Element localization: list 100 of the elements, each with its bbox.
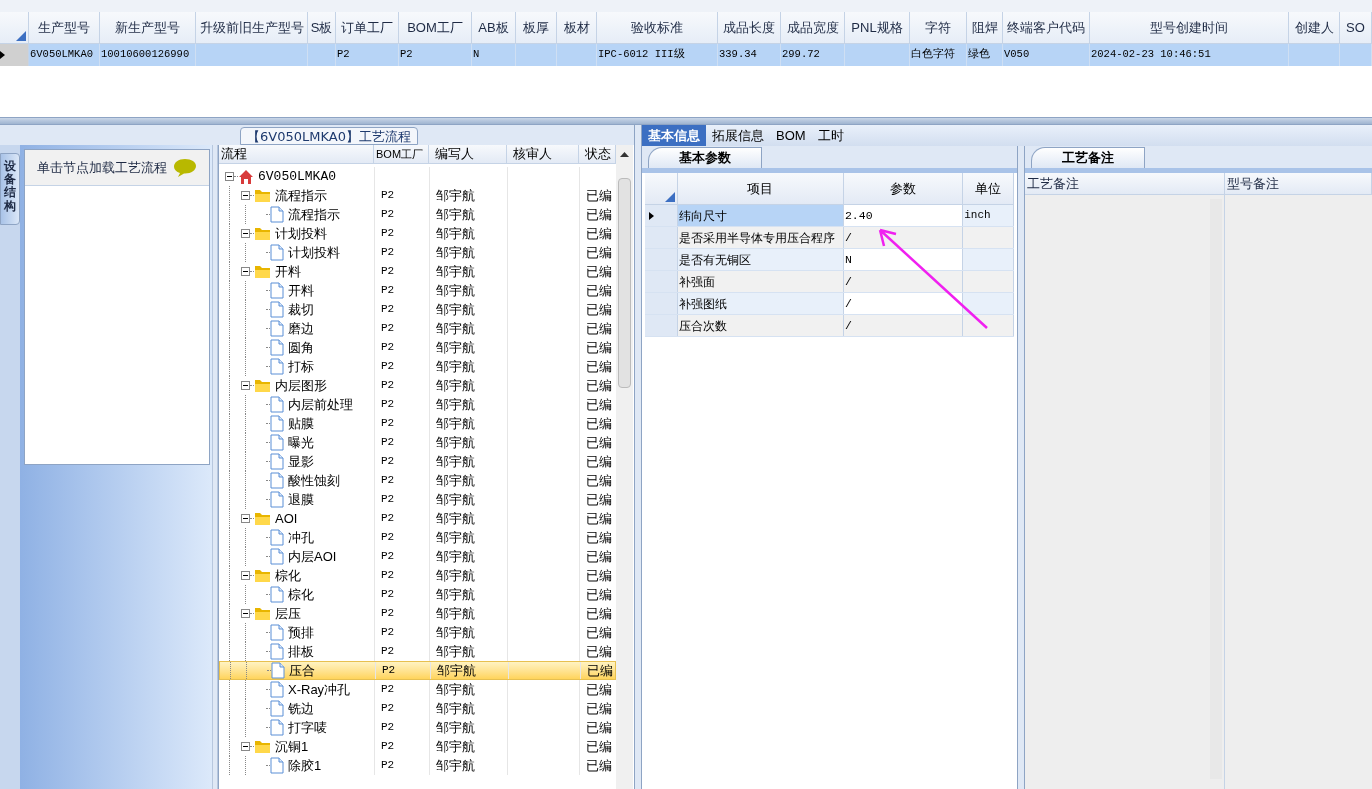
- collapse-toggle[interactable]: [241, 381, 250, 390]
- column-header[interactable]: 单位: [963, 173, 1014, 204]
- tree-row[interactable]: AOI P2 邹宇航 已编: [219, 509, 616, 528]
- collapse-toggle[interactable]: [241, 229, 250, 238]
- column-header[interactable]: 参数: [843, 173, 964, 204]
- tab[interactable]: 基本信息: [642, 125, 706, 146]
- tree-row[interactable]: 计划投料 P2 邹宇航 已编: [219, 224, 616, 243]
- tree-row[interactable]: 裁切 P2 邹宇航 已编: [219, 300, 616, 319]
- column-header[interactable]: 项目: [677, 173, 844, 204]
- collapse-toggle[interactable]: [241, 571, 250, 580]
- tree-row[interactable]: 打字唛 P2 邹宇航 已编: [219, 718, 616, 737]
- table-cell: P2: [337, 47, 350, 63]
- tree-row[interactable]: 打标 P2 邹宇航 已编: [219, 357, 616, 376]
- document-icon: [270, 434, 284, 451]
- column-header[interactable]: 型号创建时间: [1090, 12, 1289, 43]
- column-header[interactable]: 生产型号: [29, 12, 100, 43]
- scrollbar[interactable]: [616, 164, 633, 789]
- table-row[interactable]: 是否有无铜区 N: [645, 249, 1014, 271]
- tree-row[interactable]: 流程指示 P2 邹宇航 已编: [219, 205, 616, 224]
- column-header[interactable]: S板: [308, 12, 336, 43]
- panel-tab[interactable]: 工艺备注: [1031, 147, 1145, 168]
- scroll-up-button[interactable]: [616, 145, 633, 164]
- tree-row[interactable]: 除胶1 P2 邹宇航 已编: [219, 756, 616, 775]
- tree-row[interactable]: 内层AOI P2 邹宇航 已编: [219, 547, 616, 566]
- tree-row[interactable]: 圆角 P2 邹宇航 已编: [219, 338, 616, 357]
- tree-row[interactable]: 磨边 P2 邹宇航 已编: [219, 319, 616, 338]
- table-row[interactable]: 补强面 /: [645, 271, 1014, 293]
- column-header[interactable]: 工艺备注: [1025, 173, 1225, 194]
- collapse-toggle[interactable]: [241, 191, 250, 200]
- side-tab[interactable]: 设备结构: [0, 153, 20, 225]
- column-header[interactable]: 验收标准: [597, 12, 718, 43]
- document-icon: [270, 586, 284, 603]
- table-row[interactable]: 压合次数 /: [645, 315, 1014, 337]
- column-header[interactable]: 板厚: [516, 12, 557, 43]
- column-header[interactable]: BOM工厂: [399, 12, 472, 43]
- folder-icon: [254, 378, 271, 393]
- tree-row[interactable]: 6V050LMKA0: [219, 167, 616, 186]
- collapse-toggle[interactable]: [225, 172, 234, 181]
- table-cell: 邹宇航: [436, 414, 475, 433]
- table-cell: 邹宇航: [436, 490, 475, 509]
- tree-row[interactable]: 流程指示 P2 邹宇航 已编: [219, 186, 616, 205]
- column-header[interactable]: 型号备注: [1225, 173, 1372, 194]
- column-header[interactable]: 创建人: [1289, 12, 1340, 43]
- tree-row[interactable]: 沉铜1 P2 邹宇航 已编: [219, 737, 616, 756]
- column-header[interactable]: 字符: [910, 12, 967, 43]
- collapse-toggle[interactable]: [241, 609, 250, 618]
- tree-row[interactable]: 层压 P2 邹宇航 已编: [219, 604, 616, 623]
- column-header[interactable]: 订单工厂: [336, 12, 399, 43]
- tree-row[interactable]: 内层图形 P2 邹宇航 已编: [219, 376, 616, 395]
- table-cell: N: [473, 47, 480, 63]
- tree-row[interactable]: 铣边 P2 邹宇航 已编: [219, 699, 616, 718]
- tab[interactable]: BOM: [770, 125, 812, 146]
- column-header[interactable]: BOM工厂: [374, 145, 429, 163]
- table-row[interactable]: 6V050LMKA0 10010600126990 P2 P2 N IPC-6012 III级 339.34 299.72 白色字符 绿色 V050 2024-02-23 10:46:51: [0, 44, 1372, 66]
- column-header[interactable]: SO: [1340, 12, 1372, 43]
- table-cell: V050: [1004, 47, 1030, 63]
- collapse-toggle[interactable]: [241, 514, 250, 523]
- tree-row[interactable]: 冲孔 P2 邹宇航 已编: [219, 528, 616, 547]
- column-header[interactable]: 阻焊: [967, 12, 1003, 43]
- column-header[interactable]: 板材: [557, 12, 597, 43]
- table-cell: 邹宇航: [436, 300, 475, 319]
- column-header[interactable]: 升级前旧生产型号: [196, 12, 308, 43]
- tab[interactable]: 工时: [811, 125, 850, 146]
- tree-row[interactable]: 曝光 P2 邹宇航 已编: [219, 433, 616, 452]
- column-header[interactable]: 成品长度: [718, 12, 781, 43]
- column-header[interactable]: 流程: [219, 145, 374, 163]
- column-header[interactable]: AB板: [472, 12, 516, 43]
- column-header[interactable]: 编写人: [429, 145, 507, 163]
- column-header[interactable]: 终端客户代码: [1003, 12, 1090, 43]
- table-cell-text: P2: [381, 511, 395, 527]
- tree-row[interactable]: 预排 P2 邹宇航 已编: [219, 623, 616, 642]
- tree-row[interactable]: X-Ray冲孔 P2 邹宇航 已编: [219, 680, 616, 699]
- column-header[interactable]: 成品宽度: [781, 12, 845, 43]
- table-row[interactable]: 补强图纸 /: [645, 293, 1014, 315]
- corner-triangle-icon[interactable]: [16, 31, 26, 41]
- tab[interactable]: 拓展信息: [706, 125, 770, 146]
- tree-row[interactable]: 显影 P2 邹宇航 已编: [219, 452, 616, 471]
- collapse-toggle[interactable]: [241, 742, 250, 751]
- tree-row[interactable]: 酸性蚀刻 P2 邹宇航 已编: [219, 471, 616, 490]
- column-header[interactable]: 核审人: [507, 145, 579, 163]
- tree-row[interactable]: 贴膜 P2 邹宇航 已编: [219, 414, 616, 433]
- column-header[interactable]: 新生产型号: [100, 12, 196, 43]
- tree-row[interactable]: 开料 P2 邹宇航 已编: [219, 262, 616, 281]
- table-row[interactable]: 是否采用半导体专用压合程序 /: [645, 227, 1014, 249]
- column-header[interactable]: PNL规格: [845, 12, 910, 43]
- tree-row[interactable]: 计划投料 P2 邹宇航 已编: [219, 243, 616, 262]
- tree-row[interactable]: 内层前处理 P2 邹宇航 已编: [219, 395, 616, 414]
- node-label: 裁切: [288, 300, 314, 319]
- corner-triangle-icon[interactable]: [664, 192, 675, 202]
- table-row[interactable]: 纬向尺寸 2.40 inch: [645, 205, 1014, 227]
- tree-row[interactable]: 压合 P2 邹宇航 已编: [219, 661, 616, 680]
- table-cell: 邹宇航: [436, 623, 475, 642]
- tree-row[interactable]: 退膜 P2 邹宇航 已编: [219, 490, 616, 509]
- document-icon: [270, 453, 284, 470]
- tree-row[interactable]: 棕化 P2 邹宇航 已编: [219, 585, 616, 604]
- collapse-toggle[interactable]: [241, 267, 250, 276]
- panel-tab[interactable]: 基本参数: [648, 147, 762, 168]
- tree-row[interactable]: 棕化 P2 邹宇航 已编: [219, 566, 616, 585]
- document-icon: [270, 757, 284, 774]
- tree-row[interactable]: 开料 P2 邹宇航 已编: [219, 281, 616, 300]
